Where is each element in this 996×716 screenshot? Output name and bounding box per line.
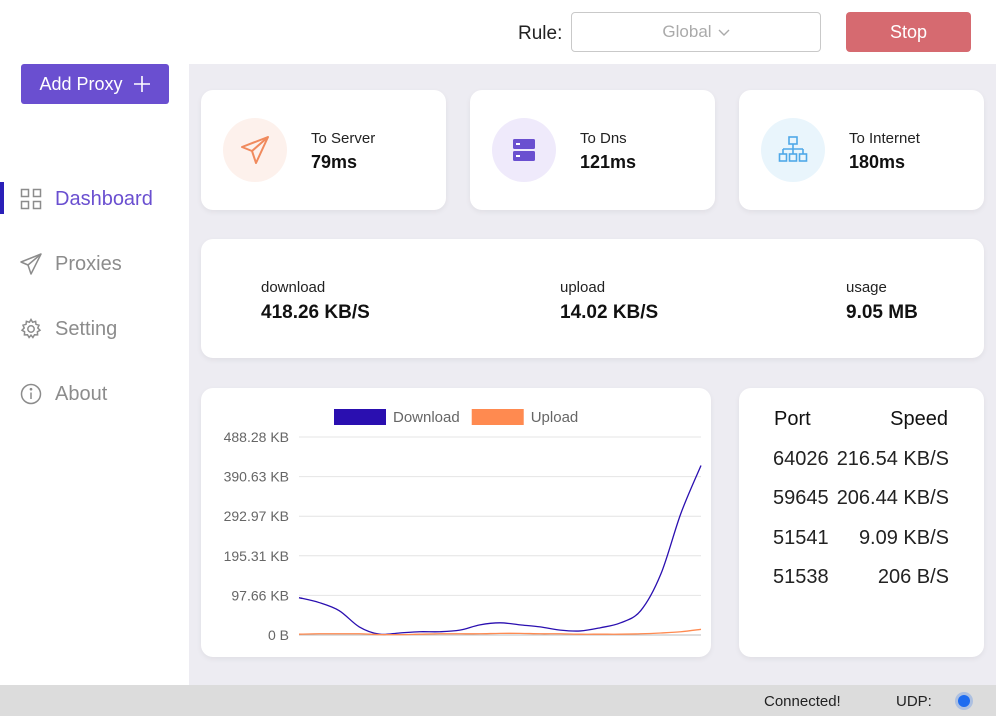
latency-label: To Internet: [849, 130, 920, 147]
upload-stat: upload 14.02 KB/S: [560, 279, 658, 324]
stop-button[interactable]: Stop: [846, 12, 971, 52]
y-tick-label: 0 B: [268, 627, 289, 643]
port-number: 59645: [773, 487, 829, 509]
plus-icon: [133, 71, 151, 97]
traffic-card: download 418.26 KB/S upload 14.02 KB/S u…: [201, 239, 984, 358]
legend-label: Upload: [531, 409, 579, 426]
server-icon: [492, 118, 556, 182]
rule-select[interactable]: Global: [571, 12, 821, 52]
sidebar-item-about[interactable]: About: [0, 374, 189, 414]
port-speed: 9.09 KB/S: [858, 527, 949, 549]
latency-value: 180ms: [849, 152, 906, 172]
y-tick-label: 195.31 KB: [224, 548, 289, 564]
speed-header: Speed: [890, 408, 948, 430]
port-speed: 206.44 KB/S: [836, 487, 949, 509]
sidebar-item-label: Setting: [55, 317, 118, 340]
latency-label: To Dns: [580, 130, 627, 147]
port-number: 64026: [773, 448, 829, 470]
latency-label: To Server: [311, 130, 376, 147]
series-line-upload: [298, 628, 702, 636]
send-icon: [20, 253, 42, 275]
main-content: To Server 79ms To Dns 121ms To Internet: [189, 64, 996, 685]
port-speed: 216.54 KB/S: [836, 448, 949, 470]
sidebar-item-label: Dashboard: [55, 187, 153, 210]
ports-card: Port Speed 64026 216.54 KB/S 59645 206.4…: [739, 388, 984, 657]
connection-status: Connected!: [764, 693, 841, 710]
download-value: 418.26 KB/S: [261, 302, 370, 323]
latency-card-internet: To Internet 180ms: [739, 90, 984, 210]
series-line-download: [298, 465, 702, 636]
y-tick-label: 390.63 KB: [224, 469, 289, 485]
legend-swatch-download: [334, 409, 386, 425]
info-icon: [20, 383, 42, 405]
port-number: 51541: [773, 527, 829, 549]
legend-label: Download: [393, 409, 460, 426]
port-speed: 206 B/S: [877, 566, 949, 588]
status-bar: Connected! UDP:: [0, 685, 996, 716]
traffic-chart: 0 B 97.66 KB 195.31 KB 292.97 KB 390.63 KB 48…: [224, 409, 702, 643]
y-tick-label: 292.97 KB: [224, 508, 289, 524]
latency-value: 79ms: [311, 152, 358, 172]
sidebar-item-label: Proxies: [55, 252, 122, 275]
port-number: 51538: [773, 566, 829, 588]
chevron-down-icon: [718, 25, 730, 40]
usage-value: 9.05 MB: [846, 302, 918, 323]
download-label: download: [261, 279, 326, 296]
upload-value: 14.02 KB/S: [560, 302, 659, 323]
latency-card-server: To Server 79ms: [201, 90, 446, 210]
traffic-chart-card: 0 B 97.66 KB 195.31 KB 292.97 KB 390.63 KB 48…: [201, 388, 711, 657]
legend-swatch-upload: [471, 409, 524, 425]
add-proxy-label: Add Proxy: [39, 73, 123, 94]
usage-stat: usage 9.05 MB: [846, 279, 918, 324]
port-header: Port: [774, 408, 811, 430]
download-stat: download 418.26 KB/S: [261, 279, 370, 324]
rule-select-value: Global: [662, 22, 712, 41]
sidebar-item-setting[interactable]: Setting: [0, 309, 189, 349]
usage-label: usage: [846, 279, 887, 296]
sidebar-item-proxies[interactable]: Proxies: [0, 244, 189, 284]
latency-card-dns: To Dns 121ms: [470, 90, 715, 210]
udp-label: UDP:: [896, 693, 932, 710]
sidebar: Add Proxy Dashboard Proxies Setting Abou…: [0, 64, 189, 685]
sidebar-item-label: About: [55, 382, 108, 405]
y-tick-label: 97.66 KB: [231, 587, 289, 603]
gear-icon: [20, 318, 42, 340]
sidebar-item-dashboard[interactable]: Dashboard: [0, 179, 189, 219]
network-icon: [761, 118, 825, 182]
latency-value: 121ms: [580, 152, 637, 172]
paper-plane-icon: [223, 118, 287, 182]
rule-label: Rule:: [518, 23, 563, 44]
grid-icon: [20, 188, 42, 210]
udp-status-indicator: [958, 695, 970, 707]
y-tick-label: 488.28 KB: [224, 429, 289, 445]
add-proxy-button[interactable]: Add Proxy: [21, 64, 169, 104]
top-bar: Rule: Global Stop: [0, 0, 996, 64]
upload-label: upload: [560, 279, 606, 296]
